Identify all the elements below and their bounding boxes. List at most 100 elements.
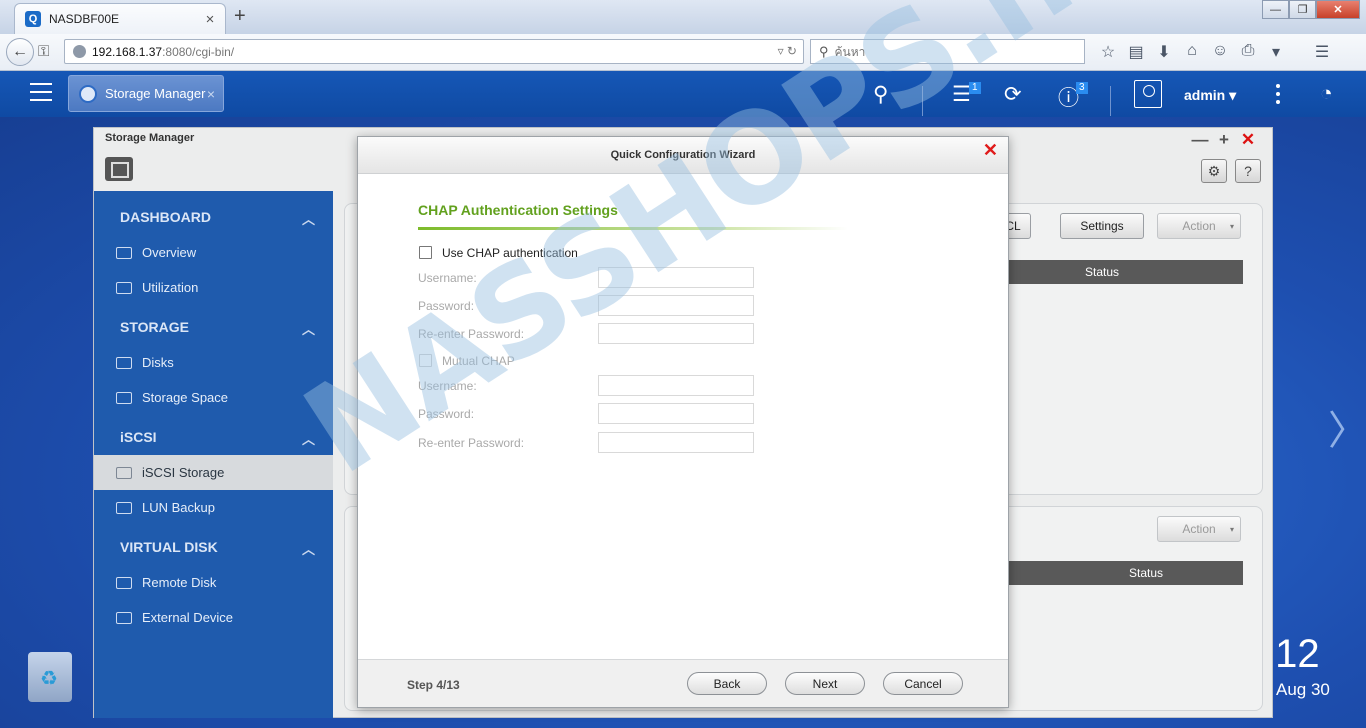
window-controls: — ❐ ✕ <box>1262 0 1360 19</box>
browser-tab[interactable]: Q NASDBF00E × <box>14 3 226 34</box>
background-tasks-icon[interactable]: ☰ <box>952 82 971 107</box>
window-controls: — + ✕ <box>1188 130 1260 150</box>
section-title: STORAGE <box>120 319 189 335</box>
use-chap-label: Use CHAP authentication <box>442 246 578 260</box>
password-label: Password: <box>418 299 475 313</box>
app-tab-close-icon[interactable]: × <box>207 86 215 102</box>
download-icon[interactable]: ⬇ <box>1150 42 1178 62</box>
mutual-password-field[interactable] <box>598 403 754 424</box>
chevron-up-icon[interactable]: ︿ <box>302 319 315 338</box>
quick-configuration-wizard: Quick Configuration Wizard ✕ CHAP Authen… <box>357 136 1009 708</box>
user-avatar-icon[interactable] <box>1134 80 1162 108</box>
sidebar-item-lun-backup[interactable]: LUN Backup <box>94 490 333 525</box>
more-options-icon[interactable] <box>1276 84 1280 108</box>
sidebar-item-label: LUN Backup <box>142 500 215 515</box>
close-window-button[interactable]: ✕ <box>1316 0 1360 19</box>
menu-icon[interactable]: ☰ <box>1308 42 1336 62</box>
url-bar[interactable]: 192.168.1.37 :8080/cgi-bin/ ▿ ↻ <box>64 39 804 64</box>
sidebar-section-iscsi[interactable]: iSCSI ︿ <box>94 419 333 455</box>
layout-toggle-icon[interactable] <box>105 157 133 181</box>
back-button[interactable]: Back <box>687 672 767 695</box>
url-path: :8080/cgi-bin/ <box>162 44 235 59</box>
external-device-icon <box>116 611 132 624</box>
chat-icon[interactable]: ☺ <box>1206 42 1234 62</box>
app-tab-label: Storage Manager <box>105 86 206 101</box>
action-dropdown-2[interactable]: Action ▾ <box>1157 516 1241 542</box>
remote-disk-icon <box>116 576 132 589</box>
tasks-badge: 1 <box>969 82 981 94</box>
heading-underline <box>418 227 848 230</box>
sync-icon[interactable]: ⟳ <box>1004 82 1022 107</box>
help-icon[interactable]: ? <box>1235 159 1261 183</box>
close-icon[interactable]: ✕ <box>983 140 998 161</box>
mutual-reenter-password-field[interactable] <box>598 432 754 453</box>
back-arrow-icon[interactable]: ← <box>6 38 34 66</box>
search-input[interactable] <box>834 44 1055 59</box>
dashboard-gauge-icon[interactable]: ◔ <box>1320 82 1333 106</box>
user-menu[interactable]: admin ▾ <box>1184 87 1236 104</box>
bookmark-star-icon[interactable]: ☆ <box>1094 42 1122 62</box>
qnap-favicon-icon: Q <box>25 11 41 27</box>
mutual-reenter-password-label: Re-enter Password: <box>418 436 525 450</box>
reenter-password-label: Re-enter Password: <box>418 327 525 341</box>
search-icon[interactable]: ⚲ <box>873 82 888 107</box>
sidebar-item-external-device[interactable]: External Device <box>94 600 333 635</box>
sidebar-item-remote-disk[interactable]: Remote Disk <box>94 565 333 600</box>
browser-toolbar-icons: ☆ ▤ ⬇ ⌂ ☺ ⎙ ▾ ☰ <box>1094 42 1336 62</box>
chevron-up-icon[interactable]: ︿ <box>302 539 315 558</box>
main-menu-icon[interactable] <box>30 83 52 107</box>
new-tab-button[interactable]: + <box>234 5 246 28</box>
reading-list-icon[interactable]: ▤ <box>1122 42 1150 62</box>
storage-manager-app-tab[interactable]: Storage Manager × <box>68 75 224 112</box>
sidebar-item-label: Storage Space <box>142 390 229 405</box>
settings-button[interactable]: Settings <box>1060 213 1144 239</box>
storage-space-icon <box>116 391 132 404</box>
chevron-up-icon[interactable]: ︿ <box>302 209 315 228</box>
url-host: 192.168.1.37 <box>92 44 163 59</box>
section-title: DASHBOARD <box>120 209 211 225</box>
tab-close-icon[interactable]: × <box>201 11 219 28</box>
overview-icon <box>116 246 132 259</box>
sidebar-item-iscsi-storage[interactable]: iSCSI Storage <box>94 455 333 490</box>
home-icon[interactable]: ⌂ <box>1178 42 1206 62</box>
sidebar-item-label: External Device <box>142 610 234 625</box>
browser-tab-title: NASDBF00E <box>49 12 120 26</box>
reenter-password-field[interactable] <box>598 323 754 344</box>
sidebar-section-dashboard[interactable]: DASHBOARD ︿ <box>94 199 333 235</box>
pdf-icon[interactable]: ⎙ <box>1234 42 1262 62</box>
next-button[interactable]: Next <box>785 672 865 695</box>
browser-search-box[interactable]: ⚲ <box>810 39 1085 64</box>
recycle-bin-icon[interactable]: ♻ <box>28 652 72 702</box>
sidebar-item-disks[interactable]: Disks <box>94 345 333 380</box>
username-field[interactable] <box>598 267 754 288</box>
wizard-header: Quick Configuration Wizard ✕ <box>358 137 1008 174</box>
dropdown-icon[interactable]: ▾ <box>1262 42 1290 62</box>
iscsi-storage-icon <box>116 466 132 479</box>
reload-icon[interactable]: ▿ ↻ <box>778 44 797 58</box>
key-icon[interactable]: ⚿ <box>38 43 49 60</box>
cancel-button[interactable]: Cancel <box>883 672 963 695</box>
mutual-chap-checkbox[interactable] <box>419 354 432 367</box>
gear-icon[interactable]: ⚙ <box>1201 159 1227 183</box>
minimize-button[interactable]: — <box>1262 0 1289 19</box>
sidebar-item-overview[interactable]: Overview <box>94 235 333 270</box>
sidebar-item-label: Utilization <box>142 280 199 295</box>
sidebar-item-label: Remote Disk <box>142 575 217 590</box>
password-field[interactable] <box>598 295 754 316</box>
chevron-up-icon[interactable]: ︿ <box>302 429 315 448</box>
minimize-icon[interactable]: — <box>1188 130 1212 150</box>
maximize-icon[interactable]: + <box>1212 130 1236 150</box>
use-chap-checkbox[interactable] <box>419 246 432 259</box>
wizard-footer: Step 4/13 Back Next Cancel <box>358 659 1008 707</box>
close-icon[interactable]: ✕ <box>1236 130 1260 150</box>
action-label: Action <box>1182 219 1216 233</box>
sidebar-item-storage-space[interactable]: Storage Space <box>94 380 333 415</box>
action-dropdown[interactable]: Action ▾ <box>1157 213 1241 239</box>
topbar-separator <box>922 86 923 116</box>
maximize-button[interactable]: ❐ <box>1289 0 1316 19</box>
mutual-username-field[interactable] <box>598 375 754 396</box>
sidebar-item-utilization[interactable]: Utilization <box>94 270 333 305</box>
next-page-arrow-icon[interactable]: 〉 <box>1328 398 1366 456</box>
sidebar-section-storage[interactable]: STORAGE ︿ <box>94 309 333 345</box>
sidebar-section-virtual-disk[interactable]: VIRTUAL DISK ︿ <box>94 529 333 565</box>
